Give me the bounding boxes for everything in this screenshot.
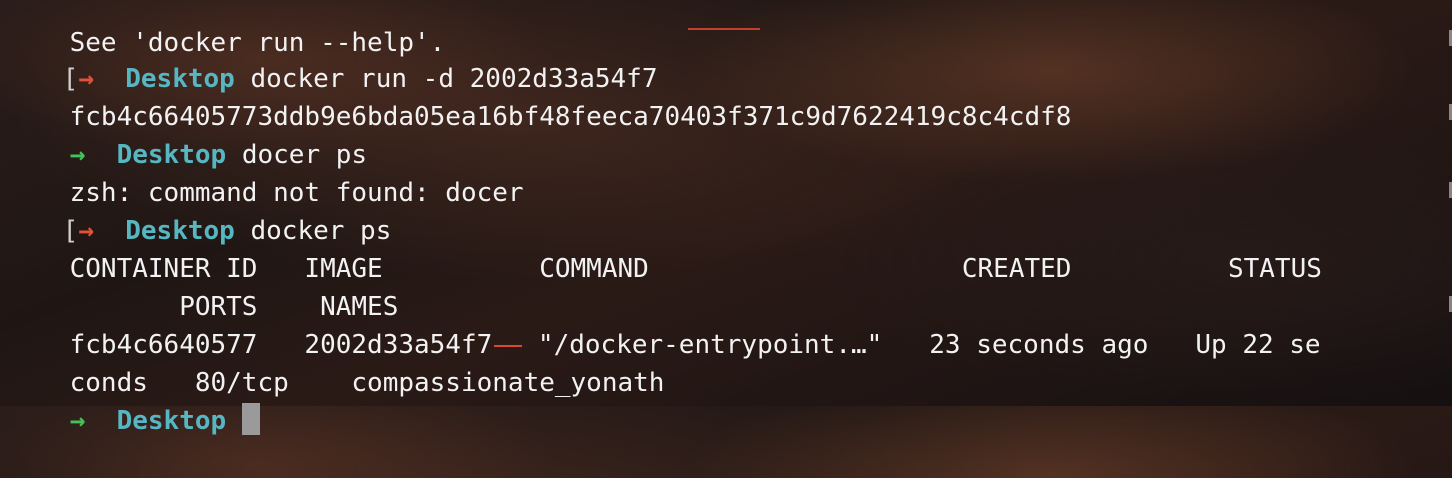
prompt-line[interactable]: → Desktop — [7, 364, 260, 436]
prompt-line: [→ Desktop docker run -d 2002d33a54f7 — [7, 22, 658, 94]
output-line: See 'docker run --help'. — [7, 0, 446, 58]
error-underline — [688, 28, 760, 30]
table-header-continued: PORTS NAMES — [7, 250, 398, 322]
terminal-window[interactable]: See 'docker run --help'. [→ Desktop dock… — [0, 0, 1452, 436]
table-header: CONTAINER ID IMAGE COMMAND CREATED STATU… — [7, 212, 1322, 284]
text-cursor — [241, 403, 260, 435]
output-line: zsh: command not found: docer — [7, 136, 524, 208]
table-row-continued: conds 80/tcp compassionate_yonath — [7, 326, 665, 398]
output-line: fcb4c66405773ddb9e6bda05ea16bf48feeca704… — [7, 60, 1072, 132]
prompt-directory: Desktop — [116, 406, 227, 436]
prompt-line: → Desktop docer ps — [7, 98, 367, 170]
prompt-arrow-icon: → — [69, 406, 86, 436]
prompt-line: [→ Desktop docker ps — [7, 174, 392, 246]
table-row: fcb4c6640577 2002d33a54f7 "/docker-entry… — [7, 288, 1321, 360]
